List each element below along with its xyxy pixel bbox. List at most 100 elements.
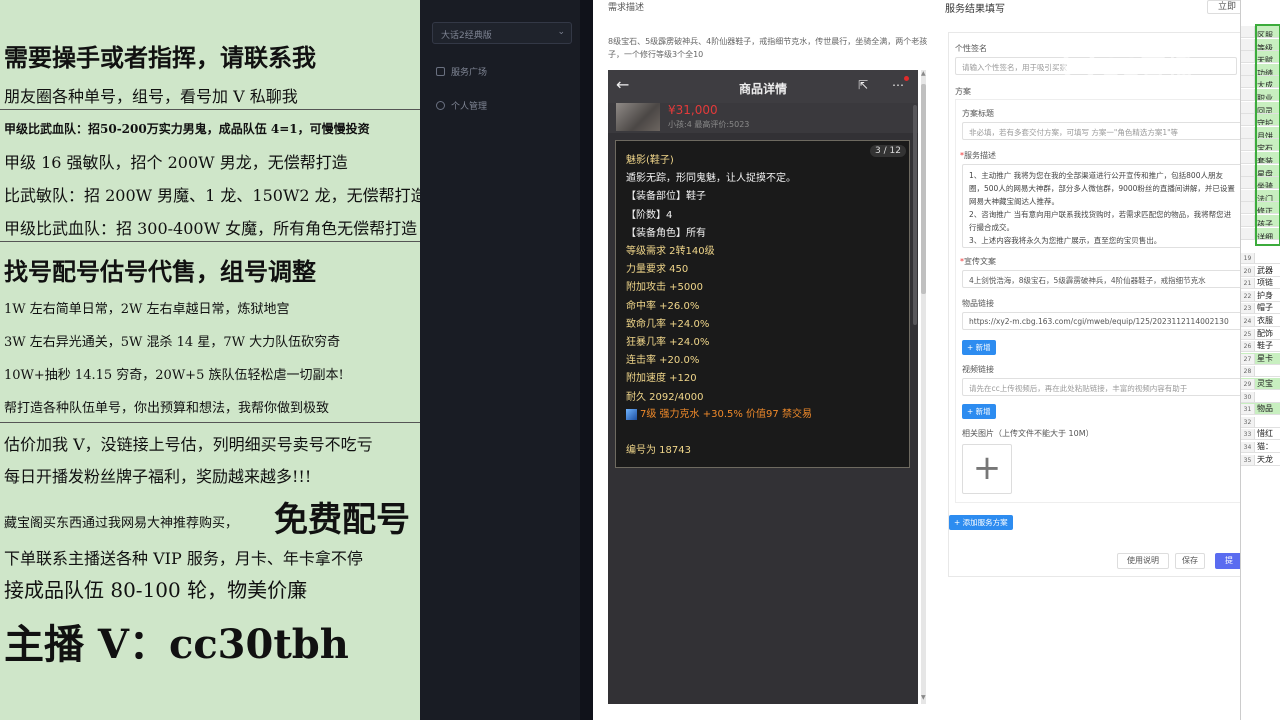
plan-title-input[interactable]: 非必填，若有多套交付方案，可填写 方案一"角色精选方案1"等 — [962, 122, 1242, 140]
sheet-row[interactable]: 26 鞋子 — [1241, 340, 1280, 353]
service-desc-textarea[interactable]: 1、主动推广 我将为您在我的全部渠道进行公开宣传和推广，包括800人朋友圈，50… — [962, 164, 1242, 248]
tooltip-line: 耐久 2092/4000 — [626, 391, 704, 403]
add-plan-button[interactable]: + 添加服务方案 — [949, 515, 1013, 530]
user-icon — [436, 100, 445, 110]
scroll-up-icon[interactable]: ▲ — [921, 70, 926, 77]
overlay-line: 10W+抽秒 14.15 穷奇，20W+5 族队伍轻松虐一切副本! — [4, 368, 344, 383]
sheet-row[interactable]: 23 帽子 — [1241, 302, 1280, 315]
tooltip-line: 【装备角色】所有 — [626, 227, 706, 239]
save-button[interactable]: 保存 — [1175, 553, 1205, 569]
cell-text: 鞋子 — [1257, 341, 1273, 351]
more-icon[interactable]: ⋯ — [892, 78, 904, 92]
cell-text: 猫： — [1257, 442, 1273, 451]
row-number: 21 — [1241, 278, 1255, 289]
overlay-line: 接成品队伍 80-100 轮，物美价廉 — [4, 578, 308, 602]
phone-title: 商品详情 — [738, 82, 787, 96]
help-button[interactable]: 使用说明 — [1117, 553, 1169, 569]
sheet-row[interactable]: 30 — [1241, 391, 1280, 403]
overlay-line: 需要操手或者指挥，请联系我 — [4, 43, 316, 72]
sheet-row[interactable]: 22 护身 — [1241, 290, 1280, 302]
image-pager: 3 / 12 — [870, 145, 906, 157]
overlay-divider — [0, 422, 420, 423]
grid-icon — [436, 66, 445, 76]
promo-input[interactable]: 4上剑悦浩海，8级宝石，5级霹雳破神兵，4阶仙器鞋子，戒指细节克水 — [962, 270, 1242, 288]
phone-scrollbar[interactable] — [913, 105, 917, 325]
overlay-line: 找号配号估号代售，组号调整 — [4, 257, 316, 286]
cell-text: 星卡 — [1257, 353, 1273, 363]
sheet-row[interactable]: 31 物品 — [1241, 403, 1280, 416]
cell-text: 项链 — [1257, 278, 1273, 288]
overlay-line: 估价加我 V，没链接上号估，列明细买号卖号不吃亏 — [4, 435, 373, 454]
cell-text — [1255, 417, 1257, 426]
sheet-row[interactable]: 33 惜红 — [1241, 428, 1280, 441]
sheet-row[interactable]: 28 — [1241, 365, 1280, 378]
overlay-line: 每日开播发粉丝牌子福利，奖励越来越多!!! — [4, 467, 312, 486]
overlay-line: 帮打造各种队伍单号，你出预算和想法，我帮你做到极致 — [4, 401, 330, 416]
row-number: 35 — [1241, 454, 1255, 465]
plan-label: 方案 — [955, 87, 971, 96]
equipment-tooltip: 3 / 12 魅影(鞋子) 遁影无踪，形同鬼魅，让人捉摸不定。 【装备部位】鞋子 【阶… — [615, 140, 910, 468]
overlay-line: 3W 左右异光通关，5W 混杀 14 星，7W 大力队伍砍穷奇 — [4, 335, 341, 350]
row-number: 29 — [1241, 379, 1255, 389]
product-summary: ¥31,000 小孩:4 最高评价:5023 — [608, 103, 918, 133]
video-link-input[interactable]: 请先在cc上传视频后，再在此处粘贴链接，丰富的视频内容有助于 — [962, 378, 1242, 396]
tooltip-line: 命中率 +26.0% — [626, 300, 700, 312]
signature-input[interactable]: 请输入个性签名，用于吸引买家 — [955, 57, 1237, 75]
share-icon[interactable]: ⇱ — [858, 78, 868, 92]
sheet-row[interactable]: 35 天龙 — [1241, 454, 1280, 466]
add-link-button[interactable]: + 新增 — [962, 340, 996, 355]
cell-text: 帽子 — [1257, 303, 1273, 313]
cell-text — [1255, 366, 1257, 375]
overlay-line: 比武敏队：招 200W 男魔、1 龙、150W2 龙，无偿帮打造 — [4, 186, 420, 205]
sidebar-item-personal[interactable]: 个人管理 — [436, 96, 487, 114]
overlay-line: 1W 左右简单日常，2W 左右卓越日常，炼狱地宫 — [4, 302, 290, 317]
cell-text — [1255, 392, 1257, 401]
row-number — [1241, 63, 1255, 75]
watermark: CC直播 — [1100, 54, 1195, 84]
sidebar-item-service-square[interactable]: 服务广场 — [436, 62, 487, 80]
product-thumbnail[interactable] — [616, 103, 660, 131]
sheet-row[interactable]: 32 — [1241, 416, 1280, 428]
row-number — [1241, 89, 1255, 100]
row-number — [1241, 51, 1255, 63]
service-result-form: 个性签名 请输入个性签名，用于吸引买家 方案 方案标题 非必填，若有多套交付方案… — [948, 32, 1243, 577]
row-number — [1241, 227, 1255, 239]
sheet-row[interactable]: 25 配饰 — [1241, 328, 1280, 340]
sheet-row[interactable]: 24 衣服 — [1241, 315, 1280, 327]
scroll-down-icon[interactable]: ▼ — [921, 694, 926, 701]
sheet-row[interactable]: 29 灵宝 — [1241, 378, 1280, 390]
upload-image-button[interactable]: + — [962, 444, 1012, 494]
tooltip-line: 【阶数】4 — [626, 209, 673, 221]
gem-icon — [626, 408, 637, 420]
row-number — [1241, 114, 1255, 126]
game-select-value: 大话2经典版 — [441, 31, 492, 41]
overlay-line: 朋友圈各种单号，组号，看号加 V 私聊我 — [4, 87, 298, 106]
tooltip-line: 狂暴几率 +24.0% — [626, 337, 710, 348]
game-select[interactable]: 大话2经典版 ⌄ — [432, 22, 572, 44]
add-video-button[interactable]: + 新增 — [962, 404, 996, 419]
cell-text — [1255, 253, 1257, 262]
cell-text: 护身 — [1257, 290, 1273, 300]
sheet-row[interactable]: 21 项链 — [1241, 277, 1280, 290]
sheet-row[interactable]: 20 武器 — [1241, 265, 1280, 277]
screen: 需要操手或者指挥，请联系我 朋友圈各种单号，组号，看号加 V 私聊我 甲级比武血… — [0, 0, 1280, 720]
requirement-title: 需求描述 — [608, 3, 645, 13]
row-number — [1241, 202, 1255, 214]
row-number — [1241, 215, 1255, 226]
scrollbar-thumb[interactable] — [921, 84, 926, 294]
main-content: 需求描述 8级宝石、5级霹雳破神兵、4阶仙器鞋子，戒指细节克水，传世晨行，坐骑全… — [593, 0, 1280, 720]
tooltip-line: 等级需求 2转140级 — [626, 246, 715, 257]
overlay-highlight: 免费配号 — [274, 500, 410, 540]
submit-button[interactable]: 提 — [1215, 553, 1243, 569]
preview-scrollbar[interactable] — [921, 70, 926, 704]
promo-label: *宣传文案 — [960, 257, 996, 266]
plan-title-label: 方案标题 — [962, 109, 994, 118]
sheet-row[interactable]: 34 猫： — [1241, 441, 1280, 453]
item-link-input[interactable]: https://xy2-m.cbg.163.com/cgi/mweb/equip… — [962, 312, 1242, 330]
sheet-row[interactable]: 19 — [1241, 252, 1280, 264]
watermark-logo-icon — [1062, 48, 1096, 82]
sheet-row[interactable]: 27 星卡 — [1241, 352, 1280, 365]
cell-text: 配饰 — [1257, 328, 1273, 338]
tooltip-line: 遁影无踪，形同鬼魅，让人捉摸不定。 — [626, 173, 796, 185]
phone-preview: ← 商品详情 ⇱ ⋯ ¥31,000 小孩:4 最高评价:5023 3 / 12… — [608, 70, 918, 704]
